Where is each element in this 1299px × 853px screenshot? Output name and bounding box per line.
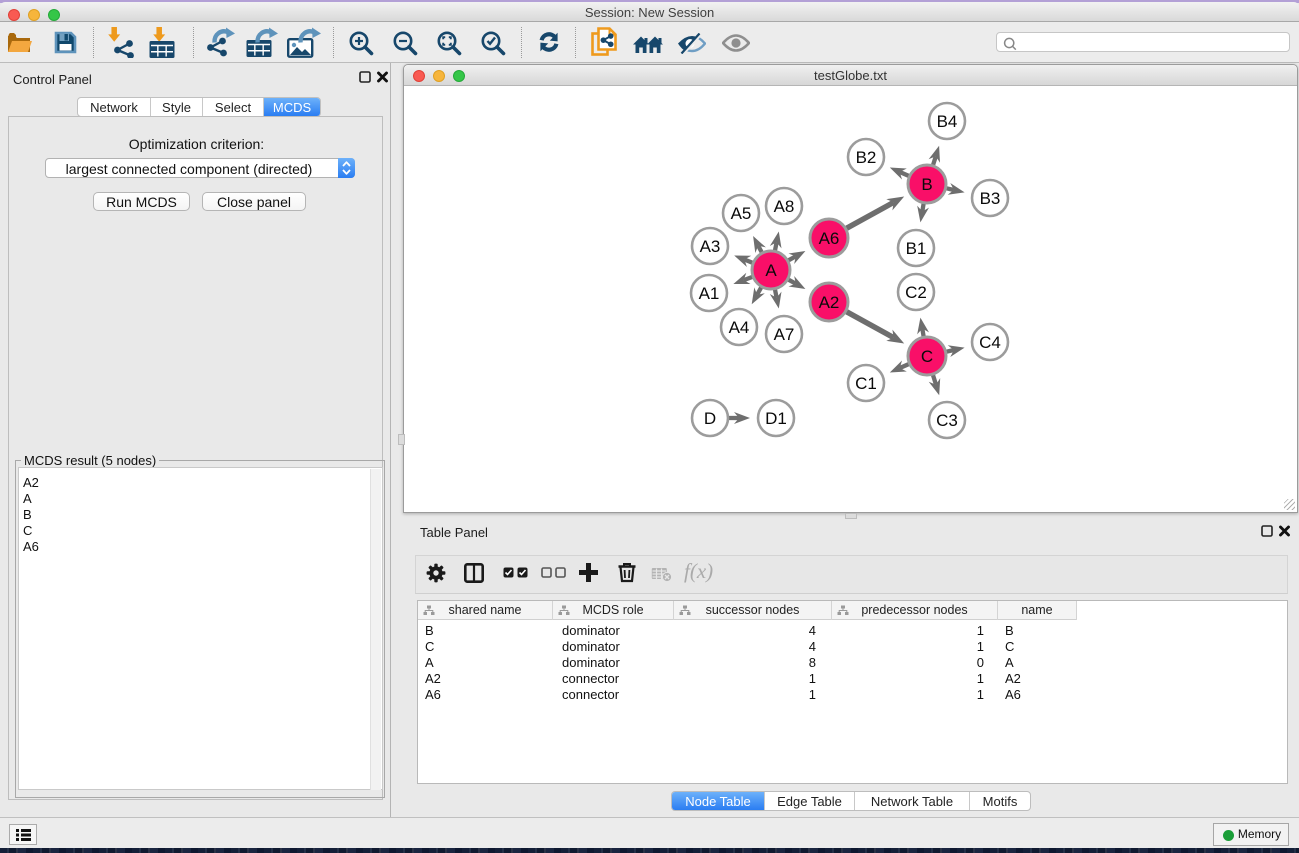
svg-text:D: D <box>704 409 716 428</box>
svg-text:A4: A4 <box>729 318 750 337</box>
svg-text:B4: B4 <box>937 112 958 131</box>
svg-text:B1: B1 <box>906 239 927 258</box>
svg-text:C3: C3 <box>936 411 958 430</box>
svg-text:A7: A7 <box>774 325 795 344</box>
svg-text:B2: B2 <box>856 148 877 167</box>
svg-text:A5: A5 <box>731 204 752 223</box>
svg-text:C2: C2 <box>905 283 927 302</box>
svg-text:A8: A8 <box>774 197 795 216</box>
svg-text:C1: C1 <box>855 374 877 393</box>
svg-text:A1: A1 <box>699 284 720 303</box>
svg-text:B: B <box>921 175 932 194</box>
svg-text:A3: A3 <box>700 237 721 256</box>
svg-text:D1: D1 <box>765 409 787 428</box>
svg-text:A6: A6 <box>819 229 840 248</box>
svg-text:A2: A2 <box>819 293 840 312</box>
svg-text:B3: B3 <box>980 189 1001 208</box>
svg-text:C: C <box>921 347 933 366</box>
svg-text:C4: C4 <box>979 333 1001 352</box>
svg-text:A: A <box>765 261 777 280</box>
